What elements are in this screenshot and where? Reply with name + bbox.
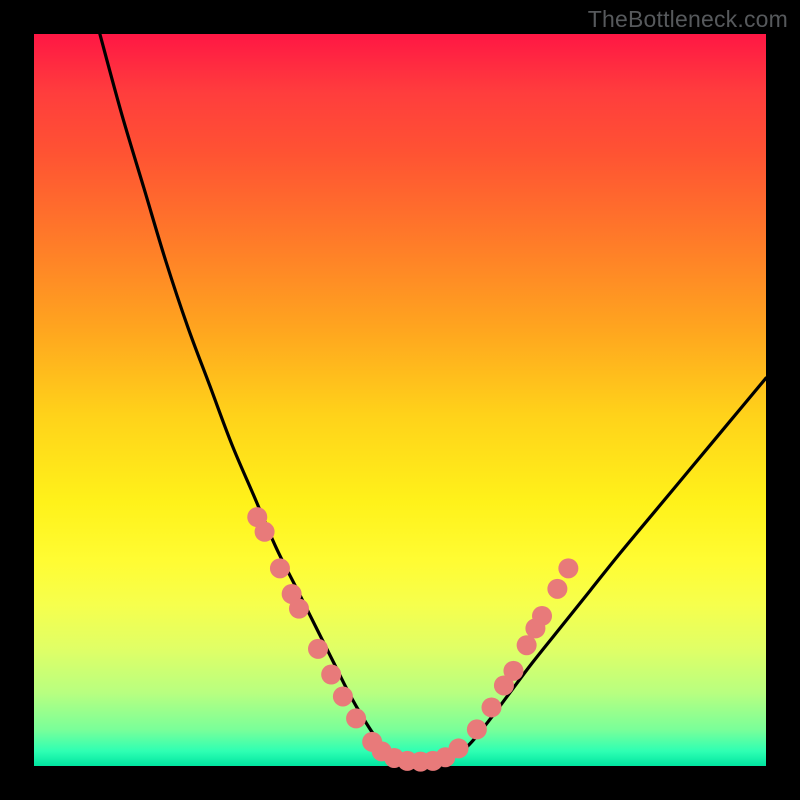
watermark-text: TheBottleneck.com — [588, 6, 788, 33]
curve-marker — [558, 558, 578, 578]
chart-svg — [34, 34, 766, 766]
curve-marker — [255, 522, 275, 542]
curve-marker — [333, 686, 353, 706]
curve-marker — [547, 579, 567, 599]
curve-marker — [289, 599, 309, 619]
curve-markers-group — [247, 507, 578, 771]
curve-marker — [449, 738, 469, 758]
curve-marker — [270, 558, 290, 578]
curve-marker — [321, 665, 341, 685]
curve-marker — [346, 708, 366, 728]
curve-marker — [467, 719, 487, 739]
chart-frame: TheBottleneck.com — [0, 0, 800, 800]
curve-marker — [532, 606, 552, 626]
curve-marker — [482, 697, 502, 717]
bottleneck-curve — [100, 34, 766, 762]
curve-marker — [503, 661, 523, 681]
curve-marker — [308, 639, 328, 659]
chart-plot-area — [34, 34, 766, 766]
